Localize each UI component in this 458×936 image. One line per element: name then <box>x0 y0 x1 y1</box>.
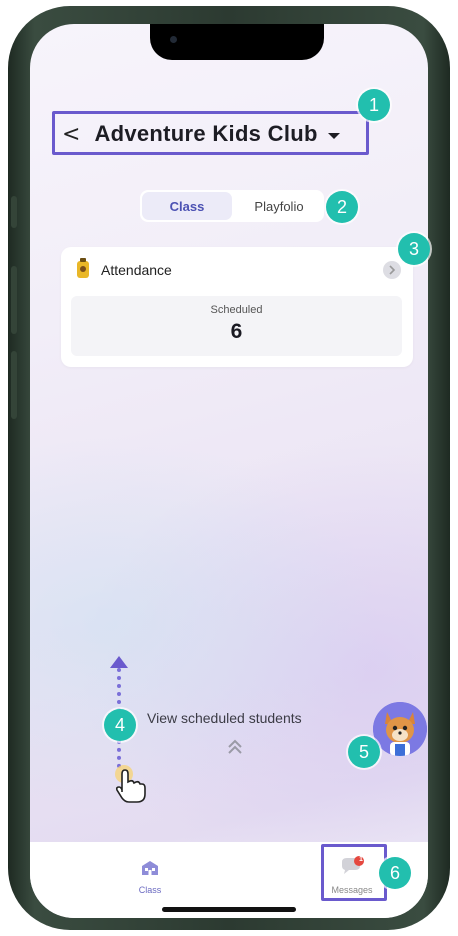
segmented-control: Class Playfolio <box>140 190 324 222</box>
camera-dot <box>170 36 177 43</box>
annotation-badge-6: 6 <box>379 857 411 889</box>
volume-down-button <box>11 351 17 419</box>
view-scheduled-students-link[interactable]: View scheduled students <box>147 710 302 726</box>
highlight-box-title <box>52 111 369 155</box>
hand-pointer-icon <box>112 762 150 809</box>
card-title: Attendance <box>101 261 172 278</box>
stat-label: Scheduled <box>210 304 263 316</box>
highlight-box-messages <box>321 844 387 901</box>
volume-up-button <box>11 266 17 334</box>
annotation-badge-2: 2 <box>326 191 358 223</box>
annotation-badge-5: 5 <box>348 736 380 768</box>
annotation-badge-4: 4 <box>104 709 136 741</box>
app-screen <box>30 24 428 918</box>
scheduled-stat: Scheduled 6 <box>71 296 402 356</box>
double-chevron-up-icon[interactable] <box>226 738 244 756</box>
tab-bar-item-class[interactable]: Class <box>126 860 174 895</box>
tab-playfolio[interactable]: Playfolio <box>234 190 324 222</box>
card-header: Attendance <box>77 258 172 278</box>
badge-id-icon <box>77 258 89 278</box>
stat-value: 6 <box>230 320 243 343</box>
swipe-up-arrow-icon <box>110 656 128 668</box>
fox-mascot-avatar[interactable] <box>373 702 427 756</box>
camera-notch <box>150 24 324 60</box>
background-glow <box>30 404 428 844</box>
annotation-badge-1: 1 <box>358 89 390 121</box>
tab-bar-label-class: Class <box>138 885 162 895</box>
chevron-right-icon[interactable] <box>383 261 401 279</box>
school-icon <box>142 861 158 875</box>
mute-switch <box>11 196 17 228</box>
annotation-badge-3: 3 <box>398 233 430 265</box>
attendance-card[interactable]: Attendance Scheduled 6 <box>61 247 413 367</box>
home-indicator[interactable] <box>162 907 296 912</box>
tab-class[interactable]: Class <box>142 192 232 220</box>
